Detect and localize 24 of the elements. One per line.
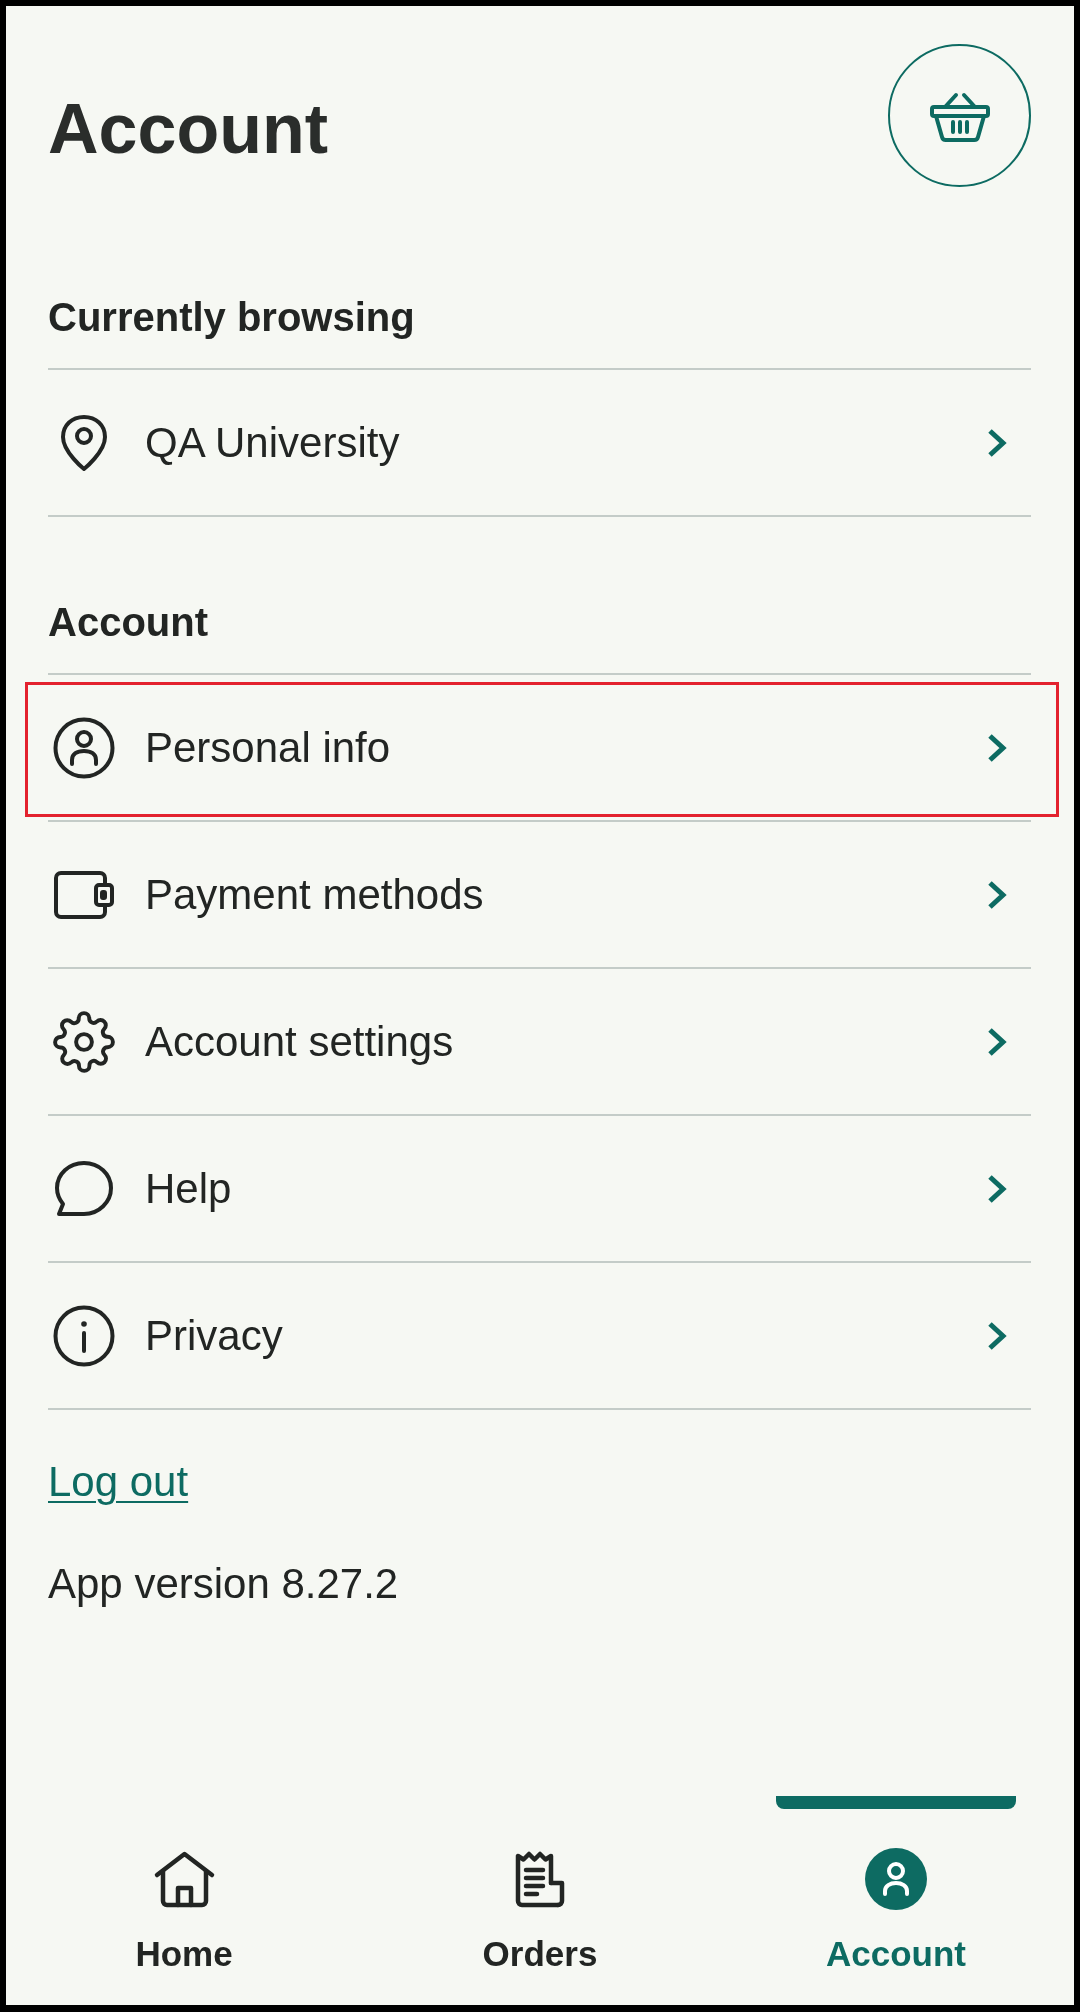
wallet-icon [53, 869, 115, 920]
receipt-icon [515, 1849, 565, 1909]
menu-item[interactable]: Privacy [48, 1261, 1031, 1408]
location-pin-icon [59, 413, 109, 472]
nav-tab[interactable]: Home [6, 1796, 362, 2005]
logout-link[interactable]: Log out [48, 1461, 189, 1503]
settings-icon [53, 1010, 115, 1073]
speech-bubble-icon [53, 1159, 115, 1218]
info-icon [53, 1304, 115, 1367]
menu-item[interactable]: Help [48, 1114, 1031, 1261]
section-heading: Currently browsing [48, 297, 416, 337]
menu-item[interactable]: QA University [48, 368, 1031, 515]
nav-tab[interactable]: Account [718, 1796, 1074, 2005]
basket-button[interactable] [888, 44, 1031, 187]
person-circle-icon [53, 716, 115, 779]
section-heading: Account [48, 602, 209, 642]
home-icon [152, 1849, 216, 1909]
nav-tab[interactable]: Orders [362, 1796, 718, 2005]
account-icon [865, 1848, 927, 1910]
menu-item[interactable]: Payment methods [48, 820, 1031, 967]
page-title: Account [48, 94, 328, 164]
menu-item[interactable]: Account settings [48, 967, 1031, 1114]
version-text: App version 8.27.2 [48, 1563, 399, 1605]
menu-item[interactable]: Personal info [48, 673, 1031, 820]
